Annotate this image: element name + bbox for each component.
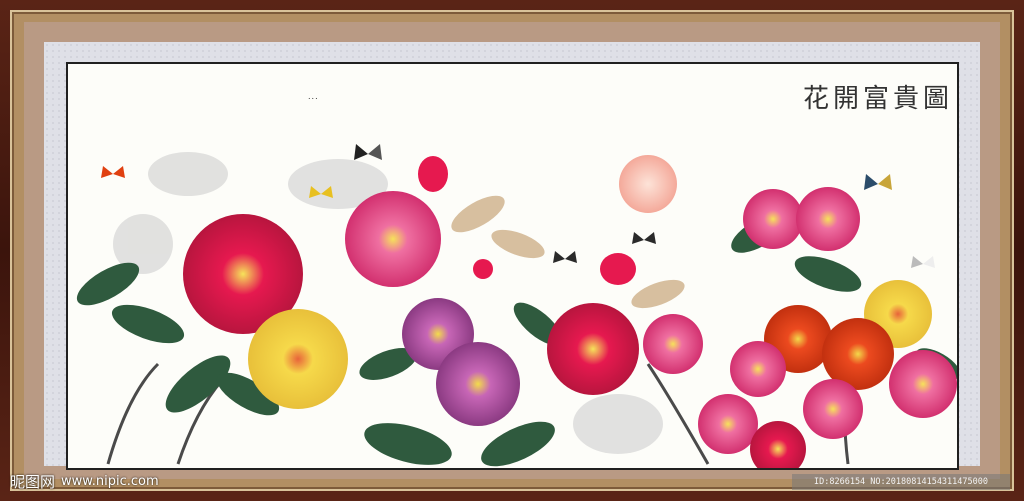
butterfly-icon [911, 256, 935, 268]
peony-pink-right [889, 350, 957, 418]
painting-title: 花開富貴圖 [803, 84, 954, 114]
peony-pink-top-right [743, 189, 803, 249]
butterfly-icon [354, 144, 382, 160]
peony-pink-bottom [698, 394, 758, 454]
peony-pink-center [643, 314, 703, 374]
butterfly-icon [553, 251, 577, 263]
peony-flowers [183, 156, 957, 468]
peony-pink [345, 191, 441, 287]
peony-yellow [248, 309, 348, 409]
painting-artwork [76, 144, 957, 468]
image-id-bar: ID:8266154 NO:20180814154311475000 [792, 474, 1010, 490]
peony-bud-2 [600, 253, 636, 285]
sun [619, 155, 677, 213]
peony-purple [436, 342, 520, 426]
butterfly-icon [101, 166, 125, 178]
peony-pink-top-right-2 [796, 187, 860, 251]
peony-pink-bottom-2 [803, 379, 863, 439]
peony-red-center [547, 303, 639, 395]
butterfly-icon [632, 232, 656, 244]
site-watermark: 昵图网 www.nipic.com [10, 470, 159, 492]
painting-inscription: ... [308, 92, 319, 101]
peony-painting: ... 花開富貴圖 [68, 64, 957, 468]
watermark-brand: 昵图网 [10, 472, 56, 491]
peony-pink-lower [730, 341, 786, 397]
watermark-site: www.nipic.com [61, 473, 159, 489]
butterfly-icon [864, 174, 892, 190]
peony-bud [418, 156, 448, 192]
peony-bud-3 [473, 259, 493, 279]
peony-dark-red [750, 421, 806, 468]
